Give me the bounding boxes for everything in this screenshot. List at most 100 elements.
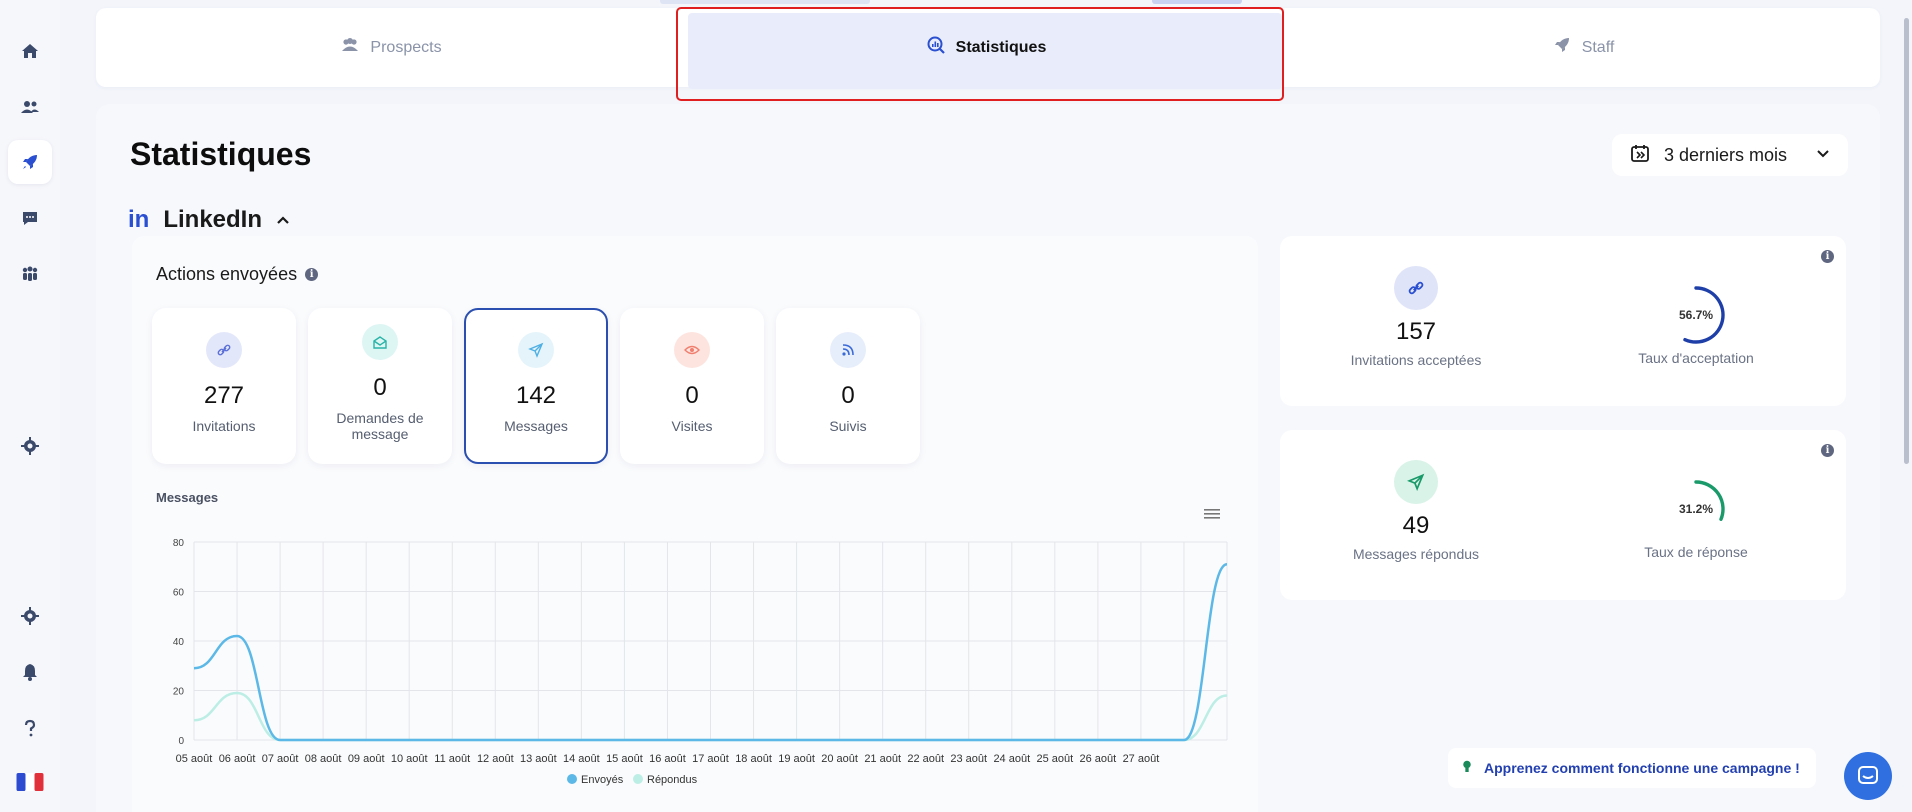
kpi-replied: 49 Messages répondus bbox=[1316, 460, 1516, 562]
tab-label: Statistiques bbox=[955, 38, 1047, 56]
gauge-value: 56.7% bbox=[1679, 308, 1713, 322]
chevron-up-icon bbox=[276, 206, 290, 234]
x-tick-label: 19 août bbox=[778, 753, 815, 765]
chart-menu-icon[interactable] bbox=[1204, 508, 1220, 520]
rocket-icon bbox=[1552, 35, 1572, 60]
info-icon[interactable]: i bbox=[1821, 444, 1834, 457]
top-strip bbox=[660, 0, 870, 4]
kpi-card-messages: i 49 Messages répondus 31.2% Taux de rép… bbox=[1280, 430, 1846, 600]
x-tick-label: 16 août bbox=[649, 753, 686, 765]
linkedin-icon: in bbox=[128, 206, 150, 233]
home-icon[interactable] bbox=[8, 29, 52, 73]
period-value: 3 derniers mois bbox=[1664, 144, 1788, 165]
y-tick-label: 40 bbox=[173, 637, 185, 648]
x-tick-label: 14 août bbox=[563, 753, 600, 765]
chat-icon[interactable] bbox=[8, 196, 52, 240]
y-tick-label: 60 bbox=[173, 588, 185, 599]
calendar-icon bbox=[1630, 143, 1650, 168]
info-icon[interactable]: i bbox=[305, 268, 319, 281]
sidebar bbox=[0, 0, 60, 812]
x-tick-label: 15 août bbox=[606, 753, 643, 765]
page-scrollbar[interactable] bbox=[1904, 18, 1909, 464]
help-icon[interactable] bbox=[8, 706, 52, 750]
page-title: Statistiques bbox=[130, 136, 312, 172]
x-tick-label: 17 août bbox=[692, 753, 729, 765]
x-tick-label: 10 août bbox=[391, 753, 428, 765]
y-tick-label: 80 bbox=[173, 538, 185, 549]
actions-title-text: Actions envoyées bbox=[156, 264, 298, 284]
stat-visits[interactable]: 0 Visites bbox=[620, 308, 764, 464]
mail-open-icon bbox=[362, 324, 398, 360]
y-tick-label: 20 bbox=[173, 687, 185, 698]
stat-label: Demandes de message bbox=[336, 410, 424, 442]
chart-title: Messages bbox=[156, 490, 219, 505]
send-icon bbox=[518, 332, 554, 368]
campaign-help-link[interactable]: Apprenez comment fonctionne une campagne… bbox=[1448, 748, 1816, 788]
x-tick-label: 24 août bbox=[993, 753, 1030, 765]
x-tick-label: 12 août bbox=[477, 753, 514, 765]
stat-value: 0 bbox=[373, 374, 387, 401]
info-icon[interactable]: i bbox=[1821, 250, 1834, 263]
chat-bubble-icon bbox=[1858, 766, 1878, 784]
stat-value: 142 bbox=[515, 382, 557, 409]
users-icon bbox=[340, 35, 360, 60]
legend-label: Répondus bbox=[647, 774, 698, 786]
kpi-accepted: 157 Invitations acceptées bbox=[1316, 266, 1516, 368]
tab-label: Staff bbox=[1581, 38, 1615, 56]
stat-message-requests[interactable]: 0 Demandes de message bbox=[308, 308, 452, 464]
link-icon bbox=[1394, 266, 1438, 310]
gauge-label: Taux d'acceptation bbox=[1638, 350, 1754, 366]
tab-statistiques[interactable]: Statistiques bbox=[696, 8, 1276, 87]
kpi-value: 49 bbox=[1402, 512, 1430, 539]
link-icon bbox=[206, 332, 242, 368]
legend-marker bbox=[567, 774, 577, 784]
stat-messages[interactable]: 142 Messages bbox=[464, 308, 608, 464]
x-tick-label: 05 août bbox=[176, 753, 213, 765]
search-chart-icon bbox=[926, 35, 946, 60]
gauge-ring: 31.2% bbox=[1679, 480, 1725, 521]
tab-staff[interactable]: Staff bbox=[1286, 8, 1880, 87]
lightbulb-icon bbox=[1462, 759, 1472, 778]
x-tick-label: 07 août bbox=[262, 753, 299, 765]
statistics-panel: Statistiques 3 derniers mois in LinkedIn… bbox=[96, 104, 1880, 812]
x-tick-label: 11 août bbox=[434, 753, 470, 765]
app-root: Prospects Staff Statistiques Statistique… bbox=[0, 0, 1912, 812]
actions-panel: Actions envoyées i 277 Invitations 0 Dem… bbox=[132, 236, 1258, 812]
legend-label: Envoyés bbox=[581, 774, 624, 786]
rocket-icon[interactable] bbox=[8, 140, 52, 184]
x-tick-label: 18 août bbox=[735, 753, 772, 765]
users-icon[interactable] bbox=[8, 85, 52, 129]
section-title: LinkedIn bbox=[163, 206, 262, 233]
help-text: Apprenez comment fonctionne une campagne… bbox=[1484, 760, 1800, 776]
french-flag-icon[interactable] bbox=[8, 760, 52, 804]
top-strip bbox=[1152, 0, 1242, 4]
kpi-label: Messages répondus bbox=[1352, 546, 1480, 562]
admin-settings-icon[interactable] bbox=[8, 594, 52, 638]
bell-icon[interactable] bbox=[8, 650, 52, 694]
stat-label: Suivis bbox=[829, 418, 867, 434]
x-tick-label: 08 août bbox=[305, 753, 342, 765]
gauge-value: 31.2% bbox=[1679, 502, 1713, 516]
x-tick-label: 26 août bbox=[1080, 753, 1117, 765]
stat-follows[interactable]: 0 Suivis bbox=[776, 308, 920, 464]
stat-label: Invitations bbox=[192, 418, 256, 434]
x-tick-label: 25 août bbox=[1036, 753, 1073, 765]
acceptance-rate-gauge: 56.7% Taux d'acceptation bbox=[1596, 282, 1796, 366]
gauge-ring: 56.7% bbox=[1679, 286, 1725, 344]
team-icon[interactable] bbox=[8, 252, 52, 296]
x-tick-label: 20 août bbox=[821, 753, 858, 765]
x-tick-label: 21 août bbox=[864, 753, 901, 765]
actions-title: Actions envoyées i bbox=[156, 264, 319, 285]
send-icon bbox=[1394, 460, 1438, 504]
chat-widget-button[interactable] bbox=[1844, 752, 1892, 800]
linkedin-section-header[interactable]: in LinkedIn bbox=[128, 206, 290, 234]
x-tick-label: 27 août bbox=[1123, 753, 1160, 765]
stat-invitations[interactable]: 277 Invitations bbox=[152, 308, 296, 464]
stat-label: Visites bbox=[671, 418, 713, 434]
tab-prospects[interactable]: Prospects bbox=[96, 8, 686, 87]
period-select[interactable]: 3 derniers mois bbox=[1612, 134, 1848, 176]
x-tick-label: 09 août bbox=[348, 753, 385, 765]
settings-icon[interactable] bbox=[8, 424, 52, 468]
stat-value: 0 bbox=[685, 382, 699, 409]
stat-label: Messages bbox=[504, 418, 568, 434]
